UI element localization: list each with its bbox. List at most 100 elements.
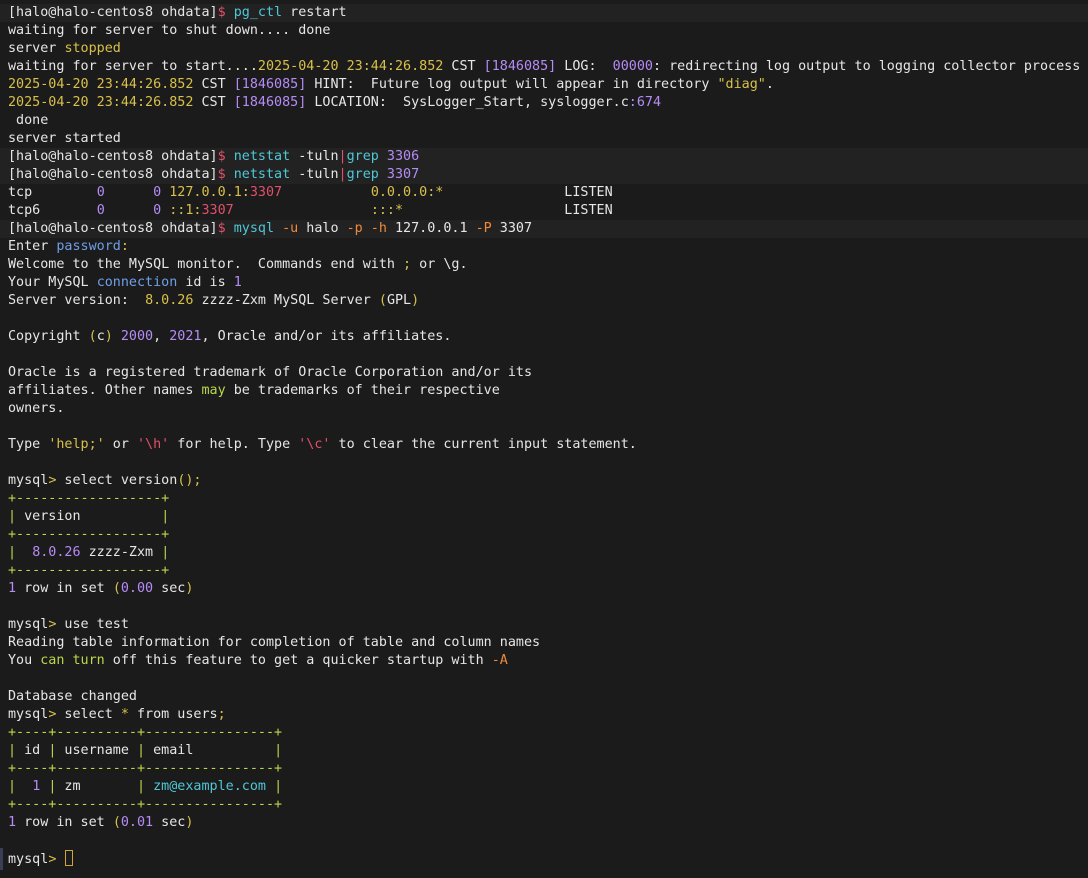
terminal-output: [halo@halo-centos8 ohdata]$ pg_ctl resta…: [0, 4, 1088, 868]
output-line: Type 'help;' or '\h' for help. Type '\c'…: [0, 436, 1088, 454]
text-segment: restart: [282, 5, 347, 20]
text-segment: [274, 221, 282, 236]
text-segment: use test: [56, 617, 129, 632]
text-segment: Copyright: [8, 329, 89, 344]
text-segment: 2021: [169, 329, 202, 344]
text-segment: 3307: [386, 167, 420, 182]
text-segment: [16, 779, 32, 794]
text-segment: be trademarks of their respective: [225, 383, 500, 398]
shell-prompt-line: [halo@halo-centos8 ohdata]$ netstat -tul…: [0, 166, 1088, 184]
output-line: | 1 | zm | zm@example.com |: [0, 778, 1088, 796]
output-line: +----+----------+----------------+: [0, 796, 1088, 814]
output-line: waiting for server to start....2025-04-2…: [0, 58, 1088, 76]
output-line: 1 row in set (0.01 sec): [0, 814, 1088, 832]
text-segment: +------------------+: [8, 491, 170, 506]
text-segment: mysql: [8, 852, 49, 867]
cursor-caret[interactable]: [65, 850, 74, 866]
text-segment: *: [120, 707, 129, 722]
text-segment: ): [411, 293, 420, 308]
text-segment: 0: [153, 185, 162, 200]
output-line: mysql> select version();: [0, 472, 1088, 490]
text-segment: (: [88, 329, 97, 344]
text-segment: 127.0.0.1:: [169, 185, 250, 200]
text-segment: -u: [282, 221, 299, 236]
current-input-line[interactable]: mysql>: [0, 850, 1088, 868]
text-segment: [113, 329, 121, 344]
output-line: Enter password:: [0, 238, 1088, 256]
text-segment: id is: [177, 275, 234, 290]
output-line: Oracle is a registered trademark of Orac…: [0, 364, 1088, 382]
text-segment: LOCATION: SysLogger_Start, syslogger.c: [306, 95, 629, 110]
text-segment: [105, 185, 153, 200]
output-line: Server version: 8.0.26 zzzz-Zxm MySQL Se…: [0, 292, 1088, 310]
text-segment: [halo@halo-centos8 ohdata]: [8, 149, 218, 164]
text-segment: owners.: [8, 401, 65, 416]
text-segment: to clear the current input statement.: [330, 437, 637, 452]
output-line: 1 row in set (0.00 sec): [0, 580, 1088, 598]
output-line: done: [0, 112, 1088, 130]
text-segment: Reading table information for completion…: [8, 635, 541, 650]
text-segment: 'help;': [48, 437, 105, 452]
text-segment: (: [112, 581, 121, 596]
output-line: +------------------+: [0, 490, 1088, 508]
text-segment: '\h': [137, 437, 170, 452]
text-segment: ): [185, 815, 194, 830]
text-segment: [145, 779, 153, 794]
text-segment: [16, 545, 32, 560]
text-segment: [379, 167, 387, 182]
text-segment: 2025-04-20 23:44:26.852: [8, 77, 194, 92]
output-line: +----+----------+----------------+: [0, 724, 1088, 742]
text-segment: Server version:: [8, 293, 146, 308]
text-segment: -A: [491, 653, 508, 668]
text-segment: waiting for server to shut down.... done: [8, 23, 331, 38]
text-segment: ;: [403, 257, 412, 272]
text-segment: +------------------+: [8, 563, 170, 578]
text-segment: 2000: [120, 329, 154, 344]
text-segment: 127.0.0.1: [386, 221, 476, 236]
text-segment: CST: [443, 59, 484, 74]
output-line: Your MySQL connection id is 1: [0, 274, 1088, 292]
text-segment: id: [16, 743, 49, 758]
terminal-window[interactable]: [halo@halo-centos8 ohdata]$ pg_ctl resta…: [0, 0, 1088, 878]
text-segment: [282, 185, 371, 200]
text-segment: off this feature to get a quicker startu…: [104, 653, 492, 668]
text-segment: 1: [8, 815, 17, 830]
text-segment: email: [145, 743, 275, 758]
text-segment: 1: [233, 275, 242, 290]
text-segment: Your MySQL: [8, 275, 97, 290]
text-segment: from users: [128, 707, 218, 722]
output-line: 2025-04-20 23:44:26.852 CST [1846085] LO…: [0, 94, 1088, 112]
text-segment: server started: [8, 131, 121, 146]
text-segment: $: [217, 149, 234, 164]
text-segment: +------------------+: [8, 527, 170, 542]
text-segment: row in set: [16, 581, 113, 596]
text-segment: 0.0.0.0:*: [370, 185, 444, 200]
text-segment: waiting for server to start....: [8, 59, 258, 74]
text-segment: or: [104, 437, 137, 452]
text-segment: |: [161, 509, 170, 524]
text-segment: netstat: [233, 149, 291, 164]
output-line: | version |: [0, 508, 1088, 526]
text-segment: ;: [217, 707, 226, 722]
text-segment: $: [217, 167, 234, 182]
text-segment: $: [217, 5, 234, 20]
output-line: waiting for server to shut down.... done: [0, 22, 1088, 40]
text-segment: Type: [8, 437, 49, 452]
text-segment: |: [8, 545, 17, 560]
output-line: Welcome to the MySQL monitor. Commands e…: [0, 256, 1088, 274]
text-segment: 8.0.26: [145, 293, 194, 308]
text-segment: LOG:: [556, 59, 613, 74]
text-segment: zm: [56, 779, 137, 794]
text-segment: mysql: [233, 221, 275, 236]
output-line: 2025-04-20 23:44:26.852 CST [1846085] HI…: [0, 76, 1088, 94]
text-segment: [64, 653, 72, 668]
text-segment: may: [201, 383, 226, 398]
text-segment: GPL: [386, 293, 412, 308]
text-segment: |: [274, 743, 283, 758]
text-segment: |: [161, 545, 170, 560]
text-segment: (: [112, 815, 121, 830]
text-segment: -p: [346, 221, 363, 236]
text-segment: version: [16, 509, 162, 524]
